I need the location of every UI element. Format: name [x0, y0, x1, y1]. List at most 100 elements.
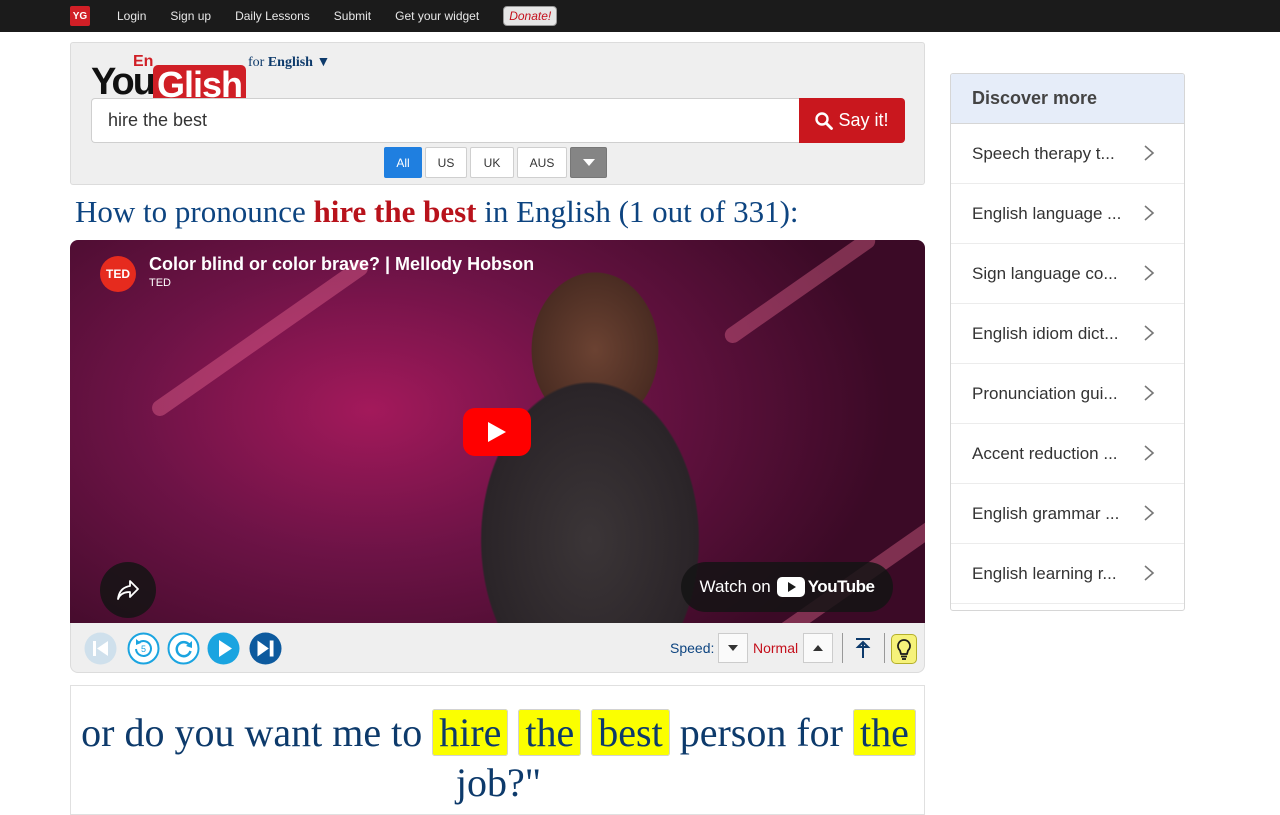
home-badge[interactable]: YG	[70, 6, 90, 26]
nav-submit[interactable]: Submit	[334, 9, 371, 23]
discover-item[interactable]: Pronunciation gui...	[951, 364, 1184, 424]
svg-text:5: 5	[141, 644, 146, 654]
previous-button[interactable]	[84, 632, 117, 665]
search-panel: You En Glish for English ▼ Say it! All U…	[70, 42, 925, 185]
caption-word: do	[124, 710, 165, 755]
playback-controls: 5 Speed: Normal	[70, 623, 925, 673]
discover-item-label: Speech therapy t...	[972, 143, 1115, 163]
discover-item[interactable]: Sign language co...	[951, 244, 1184, 304]
discover-item[interactable]: English language ...	[951, 184, 1184, 244]
caption-word: or	[81, 710, 115, 755]
caption-word: for	[796, 710, 843, 755]
divider	[884, 633, 885, 663]
discover-item[interactable]: English learning r...	[951, 544, 1184, 604]
chevron-right-icon	[1144, 325, 1155, 341]
caption-panel: or do you want me to hire the best perso…	[70, 685, 925, 815]
discover-item[interactable]: Accent reduction ...	[951, 424, 1184, 484]
nav-signup[interactable]: Sign up	[170, 9, 211, 23]
caption-word: want	[244, 710, 323, 755]
caption-word: me	[332, 710, 382, 755]
discover-more-list: Speech therapy t... English language ... S…	[951, 124, 1184, 604]
accent-uk[interactable]: UK	[470, 147, 514, 178]
video-player[interactable]: TED Color blind or color brave? | Mellod…	[70, 240, 925, 623]
caption-text: or do you want me to hire the best perso…	[71, 708, 926, 808]
discover-item[interactable]: English grammar ...	[951, 484, 1184, 544]
play-button[interactable]	[463, 408, 531, 456]
accent-aus[interactable]: AUS	[517, 147, 567, 178]
discover-item[interactable]: English idiom dict...	[951, 304, 1184, 364]
discover-item-label: English learning r...	[972, 563, 1117, 583]
caret-down-icon	[582, 158, 595, 166]
rewind-5-icon: 5	[127, 632, 160, 665]
donate-button[interactable]: Donate!	[503, 6, 558, 26]
replay-icon	[167, 632, 200, 665]
language-for: for	[248, 55, 265, 70]
skip-previous-icon	[84, 632, 117, 665]
chevron-right-icon	[1144, 205, 1155, 221]
play-button-control[interactable]	[207, 632, 240, 665]
say-it-button[interactable]: Say it!	[799, 98, 905, 143]
share-icon	[117, 580, 139, 600]
title-prefix: How to pronounce	[75, 194, 306, 229]
tips-button[interactable]	[891, 634, 917, 664]
page-title: How to pronounce hire the best in Englis…	[75, 194, 799, 230]
caption-word: you	[174, 710, 235, 755]
video-title[interactable]: Color blind or color brave? | Mellody Ho…	[149, 254, 534, 275]
logo-en: En	[133, 53, 154, 70]
chevron-right-icon	[1144, 505, 1155, 521]
speed-up-button[interactable]	[803, 633, 833, 663]
caret-up-icon	[813, 645, 823, 651]
highlighted-word: hire	[432, 709, 509, 756]
chevron-right-icon	[1144, 145, 1155, 161]
nav-login[interactable]: Login	[117, 9, 146, 23]
highlighted-word: the	[853, 709, 916, 756]
skip-next-icon	[249, 632, 282, 665]
speed-down-button[interactable]	[718, 633, 748, 663]
top-nav: YG Login Sign up Daily Lessons Submit Ge…	[0, 0, 1280, 32]
arrow-to-top-icon	[855, 638, 871, 658]
accent-more-dropdown[interactable]	[570, 147, 607, 178]
speed-value: Normal	[753, 640, 799, 656]
accent-us[interactable]: US	[425, 147, 467, 178]
accent-filter: All US UK AUS	[384, 147, 610, 178]
language-selector[interactable]: for English ▼	[248, 55, 330, 71]
stage-light	[148, 256, 372, 420]
discover-item-label: Sign language co...	[972, 263, 1118, 283]
scroll-top-button[interactable]	[851, 633, 875, 663]
caption-word: person	[679, 710, 787, 755]
play-circle-icon	[207, 632, 240, 665]
lightbulb-icon	[897, 639, 911, 660]
discover-item-label: Accent reduction ...	[972, 443, 1118, 463]
say-it-label: Say it!	[838, 110, 889, 130]
next-button[interactable]	[249, 632, 282, 665]
chevron-right-icon	[1144, 265, 1155, 281]
caption-word: to	[391, 710, 423, 755]
discover-item-label: Pronunciation gui...	[972, 383, 1118, 403]
accent-all[interactable]: All	[384, 147, 422, 178]
discover-item[interactable]: Speech therapy t...	[951, 124, 1184, 184]
chevron-right-icon	[1144, 385, 1155, 401]
title-suffix: in English (1 out of 331):	[484, 194, 799, 229]
channel-logo[interactable]: TED	[100, 256, 136, 292]
highlighted-word: the	[518, 709, 582, 756]
nav-daily-lessons[interactable]: Daily Lessons	[235, 9, 310, 23]
youtube-icon	[776, 577, 805, 597]
share-button[interactable]	[100, 562, 156, 618]
chevron-right-icon	[1144, 565, 1155, 581]
title-term: hire the best	[313, 194, 477, 229]
nav-links: Login Sign up Daily Lessons Submit Get y…	[117, 0, 558, 32]
caption-word: job?"	[455, 760, 542, 805]
youglish-logo[interactable]: You En Glish	[91, 53, 247, 105]
search-icon	[815, 111, 834, 130]
search-input[interactable]	[91, 98, 800, 143]
discover-item-label: English idiom dict...	[972, 323, 1119, 343]
rewind-5-button[interactable]: 5	[127, 632, 160, 665]
discover-more-title: Discover more	[951, 74, 1184, 124]
stage-light	[721, 240, 879, 347]
nav-get-widget[interactable]: Get your widget	[395, 9, 479, 23]
replay-button[interactable]	[167, 632, 200, 665]
language-name: English ▼	[267, 55, 331, 70]
watch-on-youtube[interactable]: Watch on YouTube	[681, 562, 893, 612]
youtube-wordmark: YouTube	[807, 577, 875, 596]
caret-down-icon	[728, 645, 738, 651]
